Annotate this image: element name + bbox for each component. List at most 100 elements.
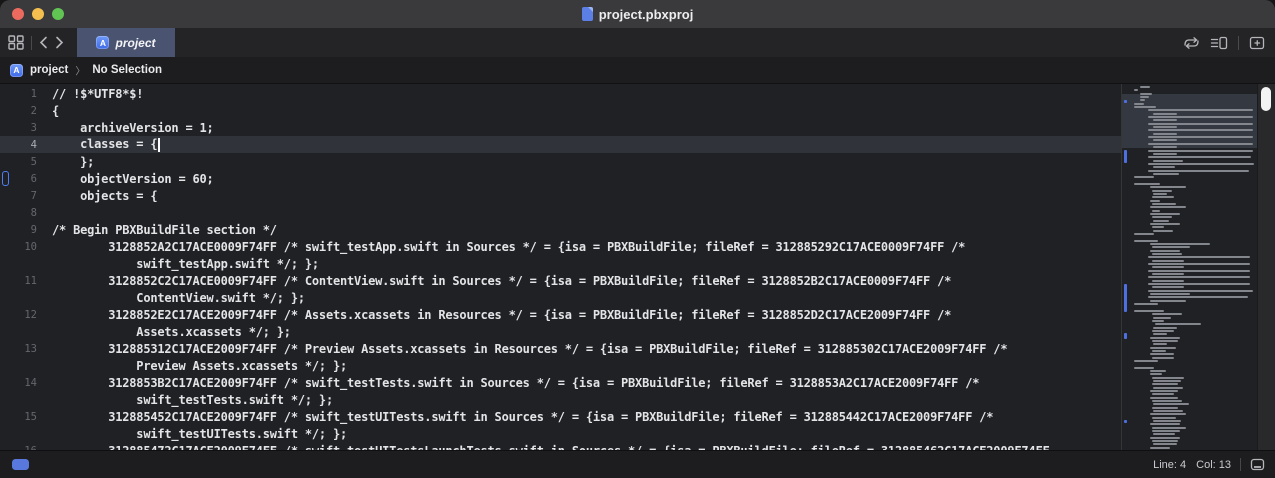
code-row[interactable]: 5 }; <box>0 153 1122 170</box>
zoom-window-button[interactable] <box>52 8 64 20</box>
minimap-line <box>1153 153 1177 155</box>
project-app-icon: A <box>96 36 109 49</box>
minimap-line <box>1134 233 1154 235</box>
add-editor-icon[interactable] <box>1249 36 1265 50</box>
minimap-line <box>1150 397 1178 399</box>
minimap-change-marker <box>1124 284 1127 312</box>
line-number[interactable]: 8 <box>0 207 46 219</box>
minimap-change-marker <box>1124 150 1127 163</box>
line-number[interactable]: 3 <box>0 122 46 134</box>
code-row[interactable]: 1// !$*UTF8*$! <box>0 85 1122 102</box>
line-number[interactable]: 10 <box>0 241 46 253</box>
line-number[interactable]: 15 <box>0 411 46 423</box>
code-row[interactable]: 6 objectVersion = 60; <box>0 170 1122 187</box>
minimap-line <box>1153 333 1167 335</box>
code-row[interactable]: 9/* Begin PBXBuildFile section */ <box>0 221 1122 238</box>
minimap-line <box>1148 290 1253 292</box>
minimap-line <box>1148 256 1250 258</box>
code-row[interactable]: 12 3128852E2C17ACE2009F74FF /* Assets.xc… <box>0 306 1122 323</box>
minimap-line <box>1134 240 1158 242</box>
code-line-text: swift_testUITests.swift */; }; <box>46 427 347 441</box>
minimap-line <box>1140 93 1152 95</box>
tab-overview-grid-icon[interactable] <box>8 35 24 50</box>
code-line-text: }; <box>46 155 94 169</box>
minimap-line <box>1148 263 1250 265</box>
code-row[interactable]: 14 3128853B2C17ACE2009F74FF /* swift_tes… <box>0 374 1122 391</box>
line-number[interactable]: 7 <box>0 190 46 202</box>
minimap-line <box>1153 420 1181 422</box>
code-row[interactable]: 15 312885452C17ACE2009F74FF /* swift_tes… <box>0 408 1122 425</box>
minimap[interactable] <box>1121 84 1258 450</box>
code-row[interactable]: 8 <box>0 204 1122 221</box>
minimap-line <box>1150 373 1162 375</box>
minimap-line <box>1152 330 1174 332</box>
minimap-line <box>1153 146 1177 148</box>
line-number[interactable]: 9 <box>0 224 46 236</box>
code-row[interactable]: 13 312885312C17ACE2009F74FF /* Preview A… <box>0 340 1122 357</box>
minimap-line <box>1150 437 1180 439</box>
minimize-window-button[interactable] <box>32 8 44 20</box>
line-number[interactable]: 14 <box>0 377 46 389</box>
forward-chevron-icon[interactable] <box>55 36 64 49</box>
line-number[interactable]: 12 <box>0 309 46 321</box>
minimap-line <box>1153 327 1177 329</box>
breadcrumb-project[interactable]: project <box>30 64 68 76</box>
editor-options-icon[interactable] <box>1210 36 1228 50</box>
code-row[interactable]: 11 3128852C2C17ACE0009F74FF /* ContentVi… <box>0 272 1122 289</box>
vertical-scrollbar[interactable] <box>1257 84 1275 450</box>
back-chevron-icon[interactable] <box>39 36 48 49</box>
code-line-text: archiveVersion = 1; <box>46 121 214 135</box>
minimap-line <box>1153 403 1189 405</box>
minimap-line <box>1150 423 1180 425</box>
breadcrumb-separator: 〉 <box>75 62 85 77</box>
minimap-line <box>1134 103 1144 105</box>
minimap-line <box>1134 183 1160 185</box>
line-number[interactable]: 5 <box>0 156 46 168</box>
minimap-line <box>1153 133 1177 135</box>
code-row[interactable]: 7 objects = { <box>0 187 1122 204</box>
text-cursor <box>158 138 160 152</box>
swap-arrows-icon[interactable] <box>1183 36 1200 50</box>
tab-project[interactable]: A project <box>77 28 175 57</box>
minimap-line <box>1150 293 1190 295</box>
minimap-line <box>1152 280 1184 282</box>
minimap-line <box>1152 430 1180 432</box>
minimap-line <box>1150 413 1186 415</box>
divider <box>1240 458 1241 471</box>
code-row[interactable]: 16 312885472C17ACE2009F74FF /* swift_tes… <box>0 442 1122 450</box>
breadcrumb-selection[interactable]: No Selection <box>92 64 162 76</box>
code-row[interactable]: Assets.xcassets */; }; <box>0 323 1122 340</box>
code-line-text: 312885452C17ACE2009F74FF /* swift_testUI… <box>46 410 993 424</box>
close-window-button[interactable] <box>12 8 24 20</box>
title-bar: project.pbxproj <box>0 0 1275 29</box>
scrollbar-thumb[interactable] <box>1261 87 1271 111</box>
code-row[interactable]: 4 classes = { <box>0 136 1122 153</box>
code-row[interactable]: swift_testApp.swift */; }; <box>0 255 1122 272</box>
minimap-toggle-icon[interactable] <box>1250 458 1265 471</box>
line-number[interactable]: 1 <box>0 88 46 100</box>
line-number[interactable]: 4 <box>0 139 46 151</box>
line-number[interactable]: 11 <box>0 275 46 287</box>
code-row[interactable]: 10 3128852A2C17ACE0009F74FF /* swift_tes… <box>0 238 1122 255</box>
code-row[interactable]: swift_testTests.swift */; }; <box>0 391 1122 408</box>
code-row[interactable]: 2{ <box>0 102 1122 119</box>
line-number[interactable]: 2 <box>0 105 46 117</box>
code-row[interactable]: ContentView.swift */; }; <box>0 289 1122 306</box>
code-row[interactable]: Preview Assets.xcassets */; }; <box>0 357 1122 374</box>
window-title: project.pbxproj <box>599 7 694 22</box>
code-row[interactable]: 3 archiveVersion = 1; <box>0 119 1122 136</box>
tab-label: project <box>115 36 155 50</box>
minimap-line <box>1153 410 1183 412</box>
minimap-line <box>1152 377 1184 379</box>
minimap-line <box>1152 210 1160 212</box>
code-row[interactable]: swift_testUITests.swift */; }; <box>0 425 1122 442</box>
minimap-line <box>1153 166 1175 168</box>
minimap-line <box>1148 296 1248 298</box>
divider <box>31 36 32 50</box>
code-line-text: objects = { <box>46 189 157 203</box>
minimap-line <box>1152 350 1166 352</box>
minimap-line <box>1152 340 1178 342</box>
minimap-change-marker <box>1124 420 1127 423</box>
code-editor[interactable]: 1// !$*UTF8*$!2{3 archiveVersion = 1;4 c… <box>0 84 1122 450</box>
line-number[interactable]: 13 <box>0 343 46 355</box>
